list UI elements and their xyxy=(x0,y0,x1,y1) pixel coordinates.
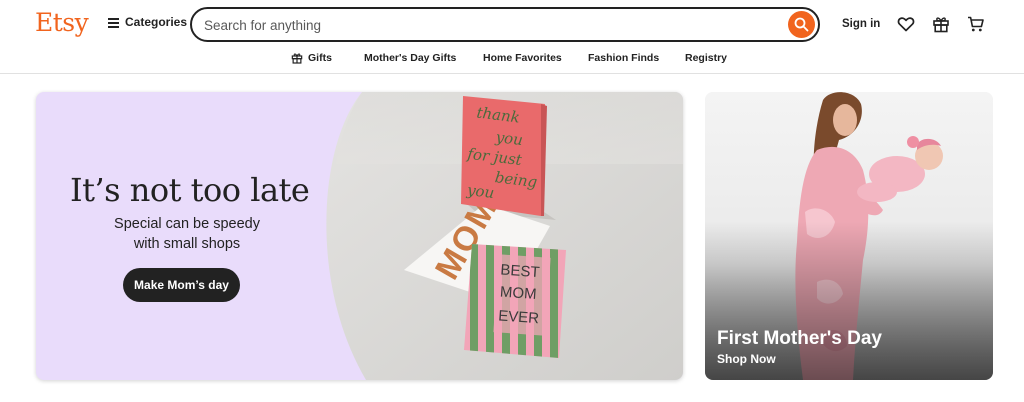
card-line: BEST xyxy=(500,261,540,281)
nav-item-home-favorites[interactable]: Home Favorites xyxy=(483,52,562,64)
hero-subtitle: Special can be speedy with small shops xyxy=(76,214,298,254)
best-mom-ever-card: BEST MOM EVER xyxy=(464,244,566,358)
svg-text:BEST MOM EVER: BEST MOM EVER xyxy=(497,261,544,327)
search-input[interactable] xyxy=(204,15,774,35)
categories-label: Categories xyxy=(125,15,188,29)
card-line: MOM xyxy=(499,283,537,303)
promo-title: First Mother's Day xyxy=(717,328,882,349)
categories-button[interactable]: Categories xyxy=(108,15,187,29)
gift-icon xyxy=(291,53,303,64)
nav-item-label: Gifts xyxy=(308,52,332,64)
nav-item-label: Home Favorites xyxy=(483,52,562,64)
first-mothers-day-promo[interactable]: First Mother's Day Shop Now xyxy=(705,92,993,380)
search-button[interactable] xyxy=(788,11,815,38)
category-nav: Gifts Mother's Day Gifts Home Favorites … xyxy=(0,48,1024,74)
hero-banner[interactable]: MOM thank you for just being you BEST MO… xyxy=(36,92,683,380)
card-line: EVER xyxy=(498,307,540,327)
nav-item-mothers-day-gifts[interactable]: Mother's Day Gifts xyxy=(364,52,456,64)
nav-item-registry[interactable]: Registry xyxy=(685,52,727,64)
shop-now-link[interactable]: Shop Now xyxy=(717,352,776,366)
heart-icon[interactable] xyxy=(897,15,915,33)
nav-item-fashion-finds[interactable]: Fashion Finds xyxy=(588,52,659,64)
hamburger-icon xyxy=(108,17,119,28)
hero-subtitle-line: Special can be speedy xyxy=(114,216,260,232)
site-header: Etsy Categories Sign in xyxy=(0,0,1024,48)
sign-in-link[interactable]: Sign in xyxy=(842,18,880,30)
search-bar xyxy=(190,7,820,42)
nav-item-label: Mother's Day Gifts xyxy=(364,52,457,64)
card-line: you xyxy=(465,181,495,202)
hero-subtitle-line: with small shops xyxy=(133,236,241,252)
nav-item-label: Fashion Finds xyxy=(588,52,660,64)
card-line: you xyxy=(494,128,524,149)
nav-item-label: Registry xyxy=(685,52,728,64)
thank-you-card: thank you for just being you xyxy=(461,96,547,216)
nav-item-gifts[interactable]: Gifts xyxy=(291,52,332,64)
search-icon xyxy=(794,17,809,32)
etsy-logo[interactable]: Etsy xyxy=(35,8,89,37)
cart-icon[interactable] xyxy=(967,15,985,33)
hero-title: It’s not too late xyxy=(70,171,310,209)
make-moms-day-button[interactable]: Make Mom’s day xyxy=(123,268,240,302)
gift-icon[interactable] xyxy=(932,15,950,33)
